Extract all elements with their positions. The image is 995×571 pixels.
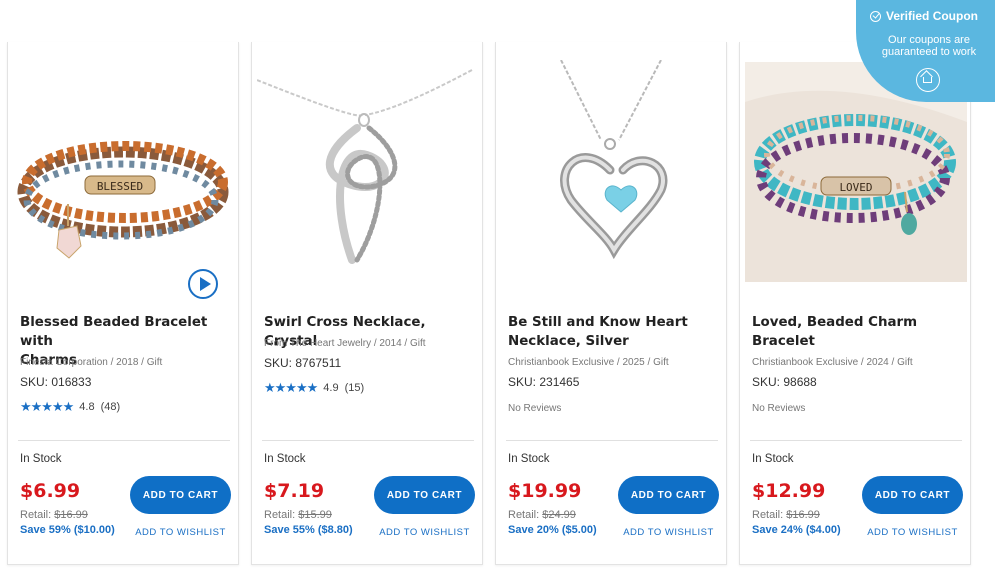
stock-status: In Stock — [752, 453, 794, 465]
product-sku: SKU: 016833 — [20, 375, 92, 389]
stock-status: In Stock — [264, 453, 306, 465]
star-rating-icon: ★★★★★ — [20, 399, 74, 414]
product-meta: Christianbook Exclusive / 2024 / Gift — [752, 357, 913, 368]
product-meta: From The Heart Jewelry / 2014 / Gift — [264, 338, 426, 349]
divider — [750, 440, 962, 441]
retail-price: Retail: $24.99 — [508, 509, 576, 521]
stock-status: In Stock — [20, 453, 62, 465]
divider — [18, 440, 230, 441]
check-circle-icon — [870, 10, 881, 22]
home-icon[interactable] — [916, 68, 940, 92]
product-card: BLESSED Blessed Beaded Bracelet with Cha… — [7, 42, 239, 565]
product-image[interactable] — [501, 60, 723, 282]
divider — [262, 440, 474, 441]
product-meta: Christianbook Exclusive / 2025 / Gift — [508, 357, 669, 368]
coupon-header: Verified Coupon — [870, 9, 978, 23]
play-video-button[interactable] — [188, 269, 218, 299]
rating-value: 4.9 — [323, 382, 339, 394]
stock-status: In Stock — [508, 453, 550, 465]
product-image[interactable]: BLESSED — [13, 126, 235, 282]
product-meta: Finesta Corporation / 2018 / Gift — [20, 357, 163, 368]
divider — [506, 440, 718, 441]
sale-price: $6.99 — [20, 480, 81, 502]
product-card: Be Still and Know Heart Necklace, Silver… — [495, 42, 727, 565]
savings: Save 59% ($10.00) — [20, 524, 115, 536]
charm-text: LOVED — [839, 181, 872, 194]
add-to-wishlist-link[interactable]: ADD TO WISHLIST — [374, 527, 475, 538]
add-to-wishlist-link[interactable]: ADD TO WISHLIST — [862, 527, 963, 538]
product-rating[interactable]: ★★★★★ 4.8 (48) — [20, 399, 120, 415]
retail-price: Retail: $16.99 — [752, 509, 820, 521]
sale-price: $19.99 — [508, 480, 582, 502]
add-to-cart-button[interactable]: ADD TO CART — [618, 476, 719, 514]
product-card: Swirl Cross Necklace, Crystal From The H… — [251, 42, 483, 565]
no-reviews: No Reviews — [508, 403, 562, 414]
star-rating-icon: ★★★★★ — [264, 380, 318, 395]
rating-value: 4.8 — [79, 401, 95, 413]
product-image[interactable] — [257, 60, 479, 282]
product-sku: SKU: 8767511 — [264, 356, 342, 370]
product-sku: SKU: 231465 — [508, 375, 580, 389]
add-to-wishlist-link[interactable]: ADD TO WISHLIST — [618, 527, 719, 538]
review-count: (48) — [100, 401, 121, 413]
sale-price: $7.19 — [264, 480, 325, 502]
add-to-cart-button[interactable]: ADD TO CART — [374, 476, 475, 514]
add-to-wishlist-link[interactable]: ADD TO WISHLIST — [130, 527, 231, 538]
coupon-subtext: Our coupons are guaranteed to work — [881, 34, 977, 58]
sale-price: $12.99 — [752, 480, 826, 502]
retail-price: Retail: $16.99 — [20, 509, 88, 521]
savings: Save 24% ($4.00) — [752, 524, 841, 536]
savings: Save 20% ($5.00) — [508, 524, 597, 536]
charm-text: BLESSED — [97, 180, 143, 193]
product-sku: SKU: 98688 — [752, 375, 817, 389]
coupon-title: Verified Coupon — [886, 9, 979, 23]
savings: Save 55% ($8.80) — [264, 524, 353, 536]
add-to-cart-button[interactable]: ADD TO CART — [862, 476, 963, 514]
product-rating[interactable]: ★★★★★ 4.9 (15) — [264, 380, 364, 396]
product-title[interactable]: Be Still and Know Heart Necklace, Silver — [508, 313, 724, 351]
add-to-cart-button[interactable]: ADD TO CART — [130, 476, 231, 514]
no-reviews: No Reviews — [752, 403, 806, 414]
product-title[interactable]: Loved, Beaded Charm Bracelet — [752, 313, 968, 351]
review-count: (15) — [344, 382, 365, 394]
retail-price: Retail: $15.99 — [264, 509, 332, 521]
product-card: LOVED Loved, Beaded Charm Bracelet Chris… — [739, 42, 971, 565]
